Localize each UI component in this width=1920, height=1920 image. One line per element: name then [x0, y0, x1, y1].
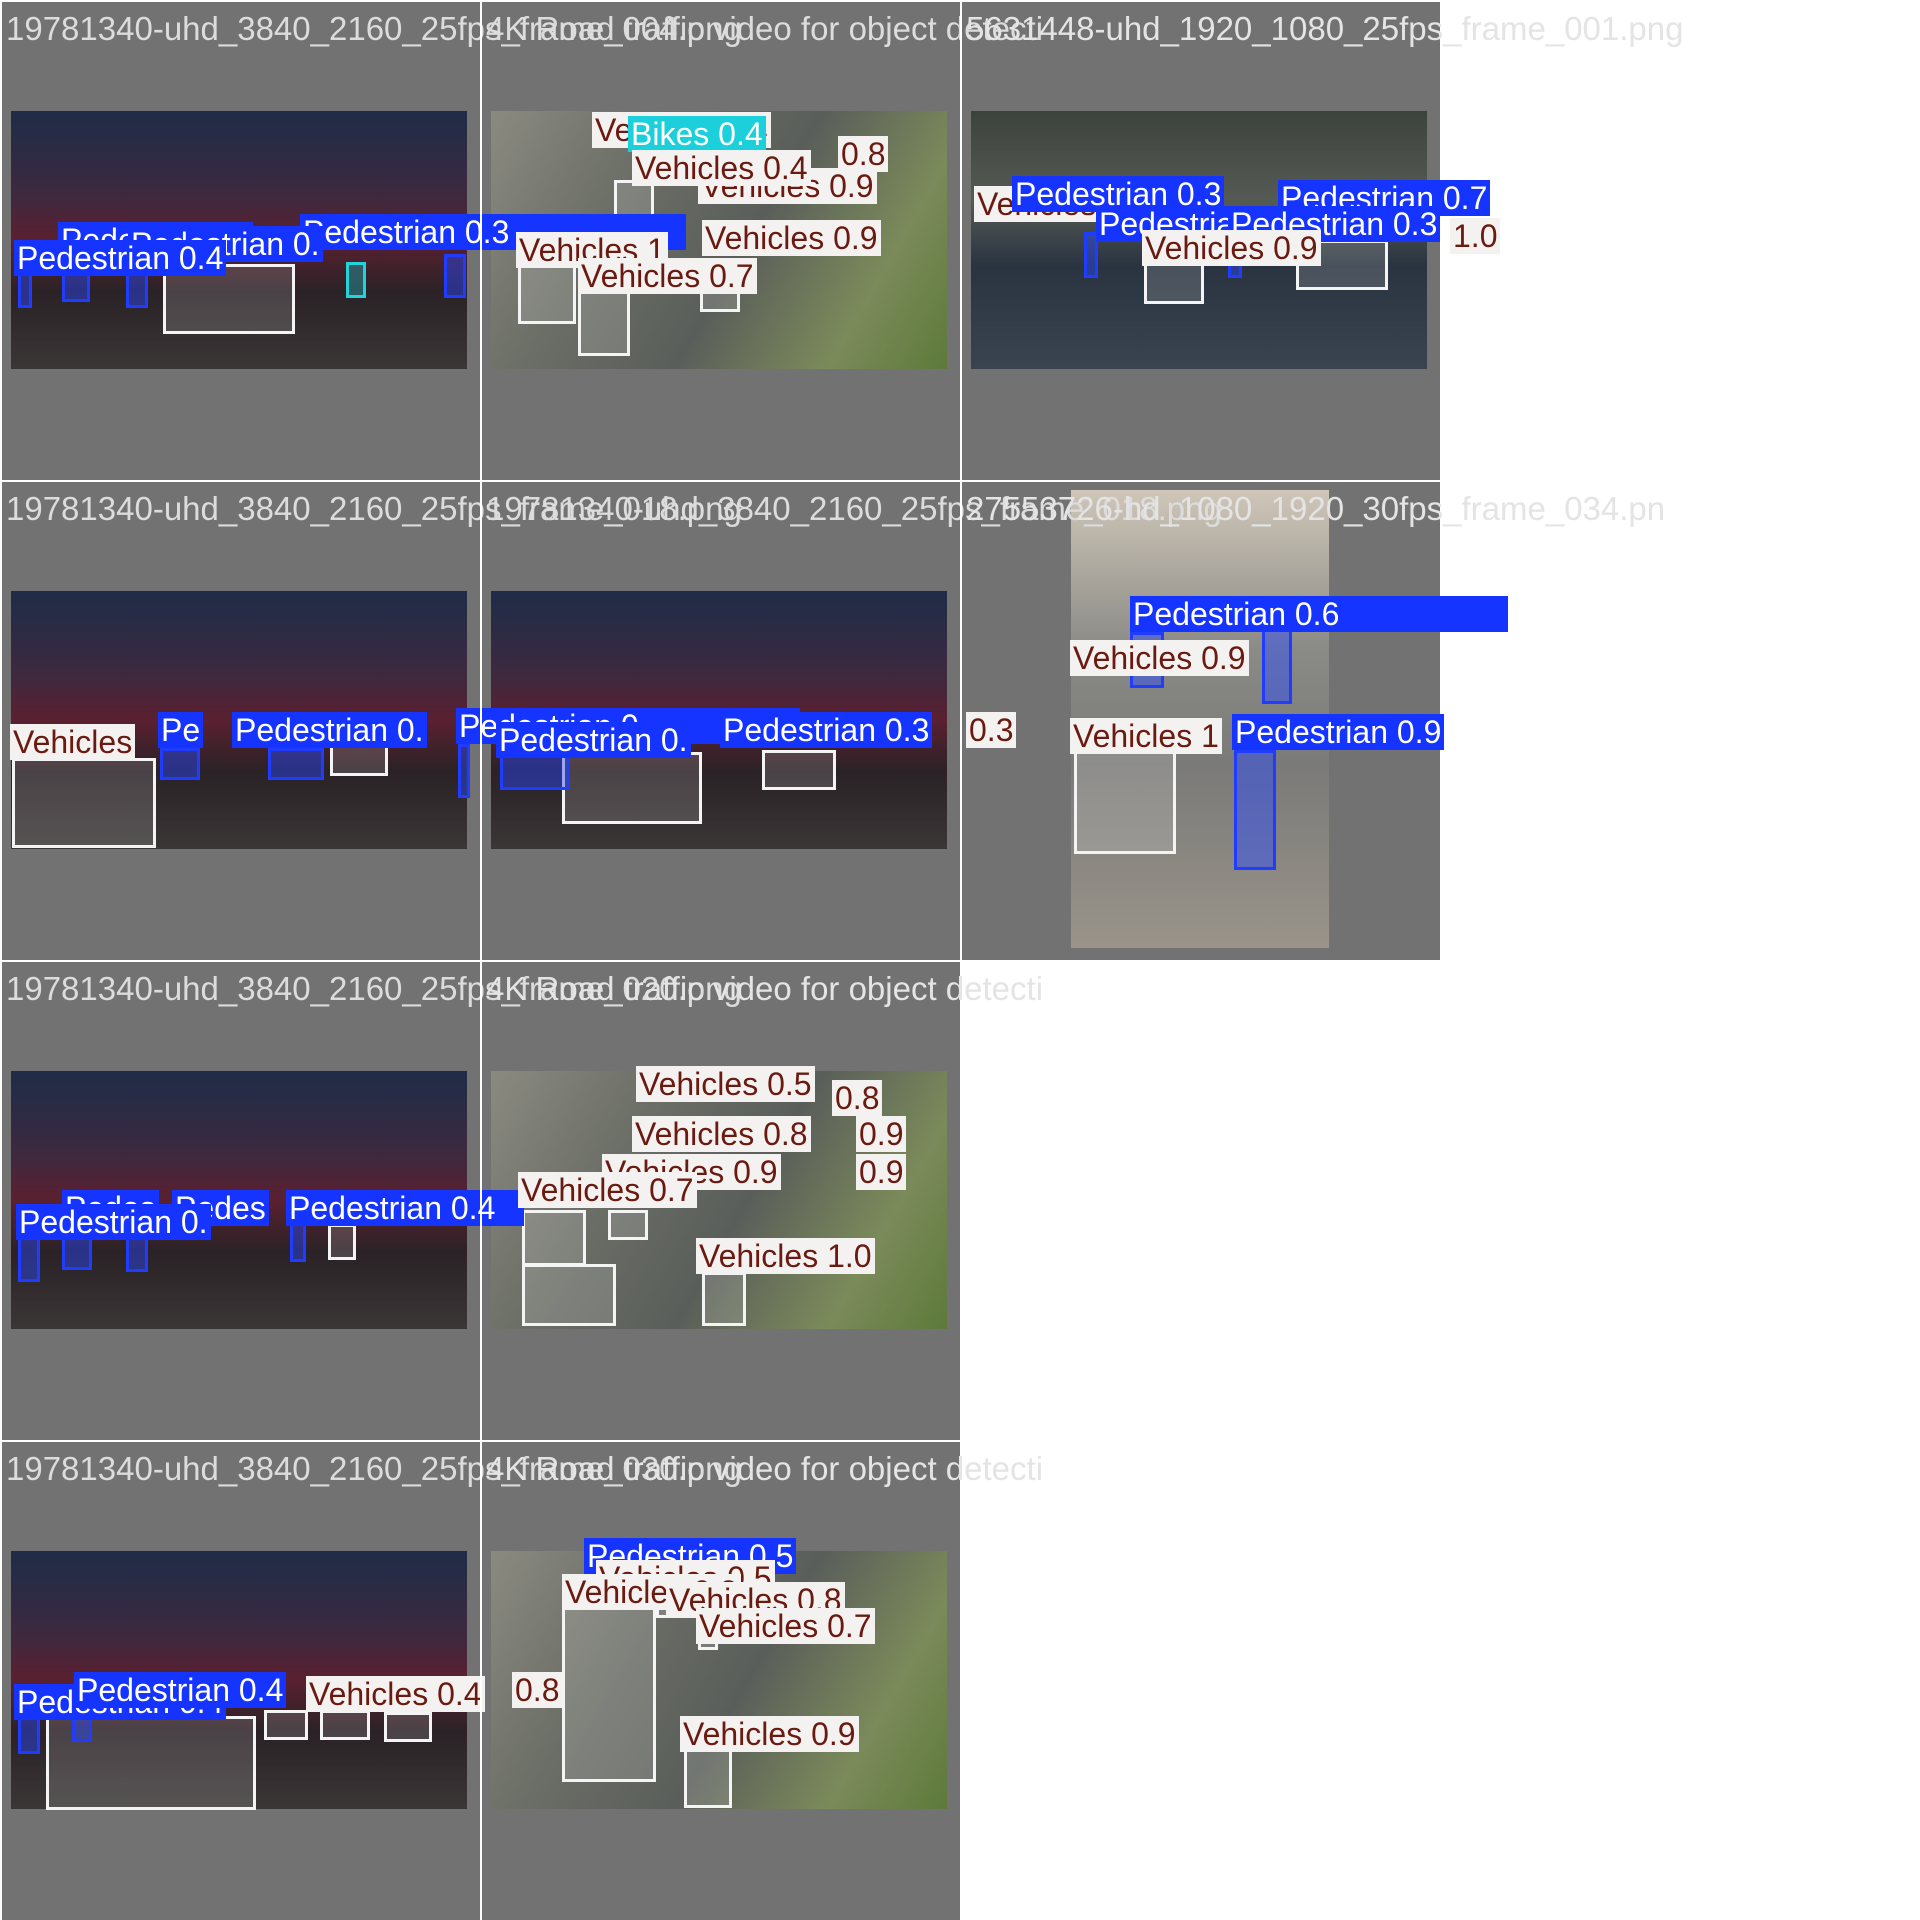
grid-divider — [960, 0, 962, 960]
vehicle-bbox — [578, 290, 630, 356]
detection-label: Pedestrian 0.3 — [720, 712, 933, 748]
vehicle-bbox — [608, 1210, 648, 1240]
vehicle-bbox — [320, 1710, 370, 1740]
detection-label: Vehicles 0.7 — [696, 1608, 875, 1644]
pedestrian-bbox — [160, 748, 200, 780]
vehicle-bbox — [1074, 750, 1176, 854]
tile-title: 5631448-uhd_1920_1080_25fps_frame_001.pn… — [966, 10, 1684, 47]
detection-label: Vehicles 0.4 — [632, 150, 811, 186]
bike-bbox — [346, 262, 366, 298]
vehicle-bbox — [522, 1210, 586, 1266]
tile-title: 4K Road traffic video for object detecti — [486, 1450, 1044, 1487]
detection-label: Vehicles 0.5 — [636, 1066, 815, 1102]
detection-label: Pedestrian 0.4 — [74, 1672, 287, 1708]
vehicle-bbox — [384, 1712, 432, 1742]
detection-label: Vehicles 1.0 — [696, 1238, 875, 1274]
detection-label: Pe — [158, 712, 204, 748]
detection-label: Pedestrian 0.6 — [1130, 596, 1343, 632]
detection-label: Pedestrian 0.4 — [14, 240, 227, 276]
detection-label: 0.8 — [838, 136, 889, 172]
vehicle-bbox — [518, 262, 576, 324]
pedestrian-bbox — [1262, 628, 1292, 704]
detection-label: Vehicles 0.4 — [306, 1676, 485, 1712]
vehicle-bbox — [562, 752, 702, 824]
vehicle-bbox — [328, 1224, 356, 1260]
detection-label: Vehicles 0.7 — [578, 258, 757, 294]
detection-label: Vehicles 0.9 — [1142, 230, 1321, 266]
pedestrian-bbox — [18, 1234, 40, 1282]
grid-divider — [480, 0, 482, 1920]
detection-label: Vehicles 0.9 — [1070, 640, 1249, 676]
pedestrian-bbox — [290, 1222, 306, 1262]
detection-label: Pedestrian 0. — [232, 712, 427, 748]
vehicle-bbox — [702, 1272, 746, 1326]
pedestrian-bbox — [458, 744, 470, 798]
detection-label: Pedestrian 0. — [16, 1204, 211, 1240]
vehicle-bbox — [12, 758, 156, 848]
vehicle-bbox — [264, 1710, 308, 1740]
detection-label: Pedestrian 0.4 — [286, 1190, 524, 1226]
detection-label: Vehicles 0.9 — [702, 220, 881, 256]
vehicle-bbox — [562, 1604, 656, 1782]
detection-label: Vehicles 1 — [1070, 718, 1222, 754]
tile-title: 27553726-hd_1080_1920_30fps_frame_034.pn — [966, 490, 1666, 527]
detection-label: Vehicles — [10, 724, 136, 760]
detection-label: Pedestrian 0.9 — [1232, 714, 1445, 750]
detection-label: Vehicles 0.7 — [518, 1172, 697, 1208]
detection-label: Vehicles 0.9 — [680, 1716, 859, 1752]
detection-label: Vehicles 0.8 — [632, 1116, 811, 1152]
detection-label: 0.9 — [856, 1116, 907, 1152]
detection-label: Bikes 0.4 — [628, 116, 766, 152]
detection-label: Pedestrian 0. — [496, 722, 691, 758]
detection-label: 1.0 — [1450, 218, 1501, 254]
vehicle-bbox — [522, 1264, 616, 1326]
pedestrian-bbox — [444, 254, 466, 298]
detection-label: 0.8 — [512, 1672, 563, 1708]
vehicle-bbox — [762, 750, 836, 790]
tile-title: 4K Road traffic video for object detecti — [486, 970, 1044, 1007]
vehicle-bbox — [330, 744, 388, 776]
pedestrian-bbox — [1234, 750, 1276, 870]
pedestrian-bbox — [268, 748, 324, 780]
detection-label: 0.8 — [832, 1080, 883, 1116]
detection-label: 0.3 — [966, 712, 1017, 748]
detection-label: 0.9 — [856, 1154, 907, 1190]
